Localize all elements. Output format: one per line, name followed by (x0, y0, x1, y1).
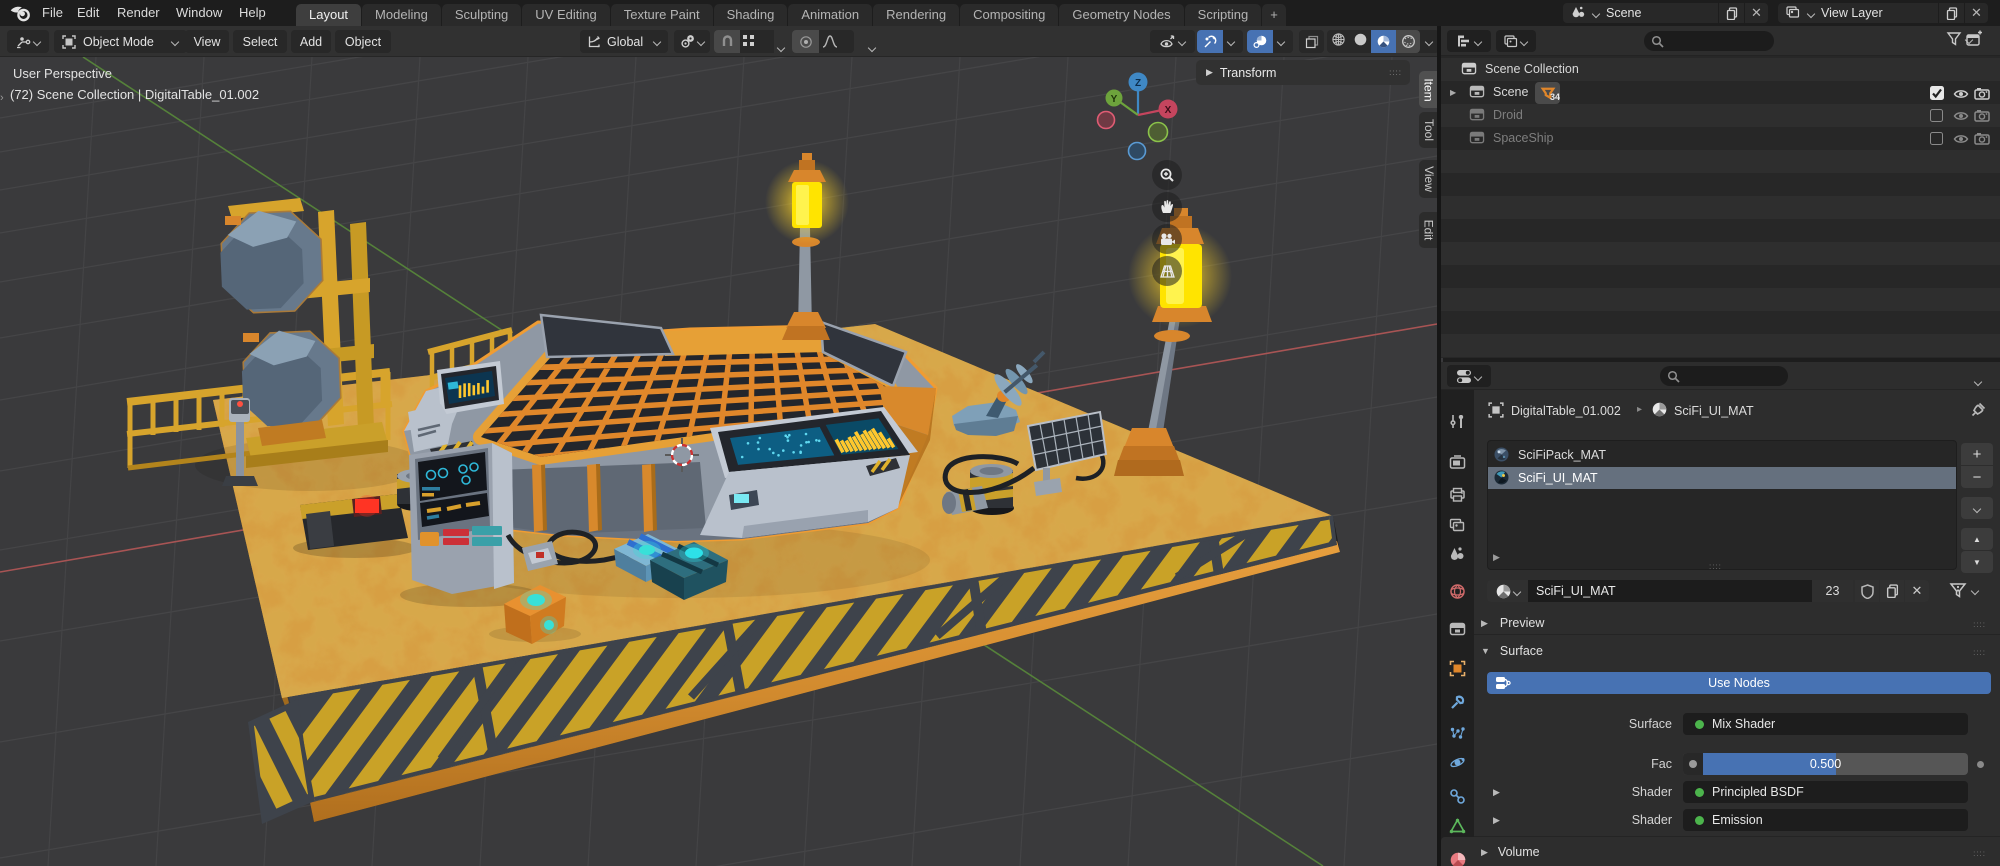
svg-text:Y: Y (1111, 94, 1118, 105)
svg-text:X: X (1165, 105, 1172, 116)
svg-text:Z: Z (1135, 78, 1141, 89)
